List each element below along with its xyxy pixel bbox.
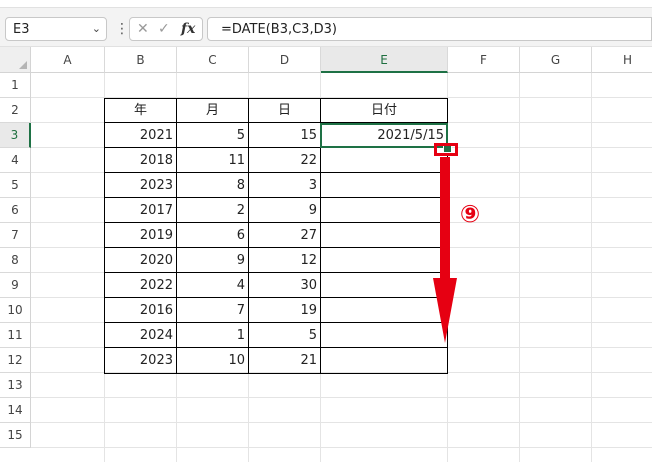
column-header-e[interactable]: E bbox=[321, 47, 448, 73]
more-options-icon[interactable]: ⋮ bbox=[115, 21, 129, 37]
row-header-2[interactable]: 2 bbox=[0, 98, 31, 123]
name-box[interactable]: E3 ⌄ bbox=[5, 17, 107, 41]
table-border bbox=[104, 197, 448, 198]
cancel-icon[interactable]: ✕ bbox=[137, 21, 149, 37]
table-border bbox=[104, 172, 448, 173]
row-header-7[interactable]: 7 bbox=[0, 223, 31, 248]
gridline bbox=[591, 73, 592, 462]
formula-text: =DATE(B3,C3,D3) bbox=[221, 22, 337, 37]
row-header-9[interactable]: 9 bbox=[0, 273, 31, 298]
row-header-10[interactable]: 10 bbox=[0, 298, 31, 323]
row-header-3[interactable]: 3 bbox=[0, 123, 31, 148]
gridline bbox=[31, 447, 652, 448]
column-header-g[interactable]: G bbox=[520, 47, 592, 73]
table-border bbox=[248, 98, 249, 374]
row-header-15[interactable]: 15 bbox=[0, 423, 31, 448]
column-header-b[interactable]: B bbox=[105, 47, 177, 73]
gridline bbox=[519, 73, 520, 462]
row-header-11[interactable]: 11 bbox=[0, 323, 31, 348]
gridline bbox=[31, 422, 652, 423]
select-all-button[interactable] bbox=[0, 47, 31, 73]
drag-down-arrow-icon bbox=[433, 157, 457, 343]
formula-buttons: ✕ ✓ fx bbox=[129, 17, 203, 41]
row-header-14[interactable]: 14 bbox=[0, 398, 31, 423]
insert-function-icon[interactable]: fx bbox=[181, 21, 195, 37]
table-border bbox=[176, 98, 177, 374]
row-header-5[interactable]: 5 bbox=[0, 173, 31, 198]
table-border bbox=[104, 222, 448, 223]
row-header-1[interactable]: 1 bbox=[0, 73, 31, 98]
column-header-d[interactable]: D bbox=[249, 47, 321, 73]
active-cell-border bbox=[320, 123, 448, 148]
row-header-12[interactable]: 12 bbox=[0, 348, 31, 373]
row-header-13[interactable]: 13 bbox=[0, 373, 31, 398]
row-header-4[interactable]: 4 bbox=[0, 148, 31, 173]
worksheet-grid[interactable]: A B C D E F G H 1 2 3 4 5 6 7 8 9 10 11 … bbox=[0, 47, 652, 462]
chevron-down-icon[interactable]: ⌄ bbox=[92, 22, 101, 35]
name-box-value: E3 bbox=[13, 22, 30, 37]
step-number-badge: ⑨ bbox=[459, 200, 481, 228]
column-header-f[interactable]: F bbox=[448, 47, 520, 73]
row-header-6[interactable]: 6 bbox=[0, 198, 31, 223]
row-header-8[interactable]: 8 bbox=[0, 248, 31, 273]
ribbon-edge bbox=[0, 0, 652, 8]
enter-icon[interactable]: ✓ bbox=[158, 21, 170, 37]
table-border bbox=[104, 297, 448, 298]
table-border bbox=[104, 347, 448, 348]
table-border bbox=[104, 322, 448, 323]
formula-bar: E3 ⌄ ⋮ ✕ ✓ fx =DATE(B3,C3,D3) bbox=[0, 8, 652, 47]
column-header-a[interactable]: A bbox=[31, 47, 105, 73]
column-header-h[interactable]: H bbox=[592, 47, 652, 73]
gridline bbox=[31, 397, 652, 398]
formula-input[interactable]: =DATE(B3,C3,D3) bbox=[207, 17, 652, 41]
column-header-c[interactable]: C bbox=[177, 47, 249, 73]
table-border bbox=[104, 247, 448, 248]
table-border bbox=[104, 272, 448, 273]
